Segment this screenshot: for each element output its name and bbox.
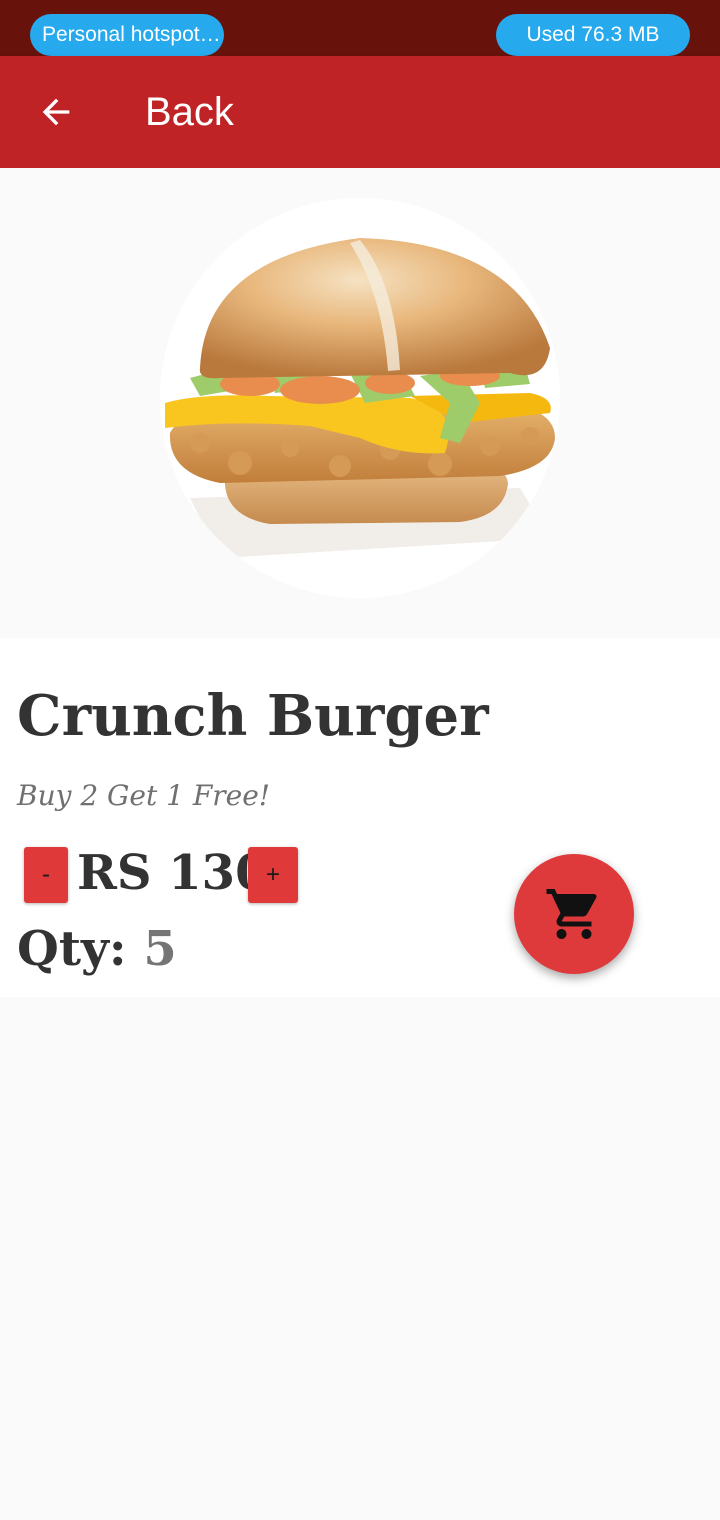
quantity-display: Qty: 5 xyxy=(17,916,177,982)
burger-image xyxy=(160,198,560,598)
hotspot-indicator[interactable]: Personal hotspot… xyxy=(30,14,224,56)
back-button[interactable]: Back xyxy=(145,86,234,138)
status-bar: Personal hotspot… Used 76.3 MB xyxy=(0,0,720,56)
data-usage-indicator[interactable]: Used 76.3 MB xyxy=(496,14,690,56)
shopping-cart-icon xyxy=(546,889,597,939)
quantity-label: Qty: xyxy=(17,921,127,977)
product-details: Crunch Burger Buy 2 Get 1 Free! - RS 130… xyxy=(0,638,720,997)
add-to-cart-button[interactable] xyxy=(514,854,634,974)
decrease-quantity-button[interactable]: - xyxy=(24,847,68,903)
quantity-value: 5 xyxy=(143,921,177,977)
promo-text: Buy 2 Get 1 Free! xyxy=(17,779,271,812)
product-image-area xyxy=(0,168,720,638)
burger-illustration xyxy=(160,198,560,598)
product-name: Crunch Burger xyxy=(17,683,489,749)
increase-quantity-button[interactable]: + xyxy=(248,847,298,903)
arrow-back-icon[interactable] xyxy=(36,92,76,132)
app-bar: Back xyxy=(0,56,720,168)
product-price: RS 130 xyxy=(77,845,269,901)
